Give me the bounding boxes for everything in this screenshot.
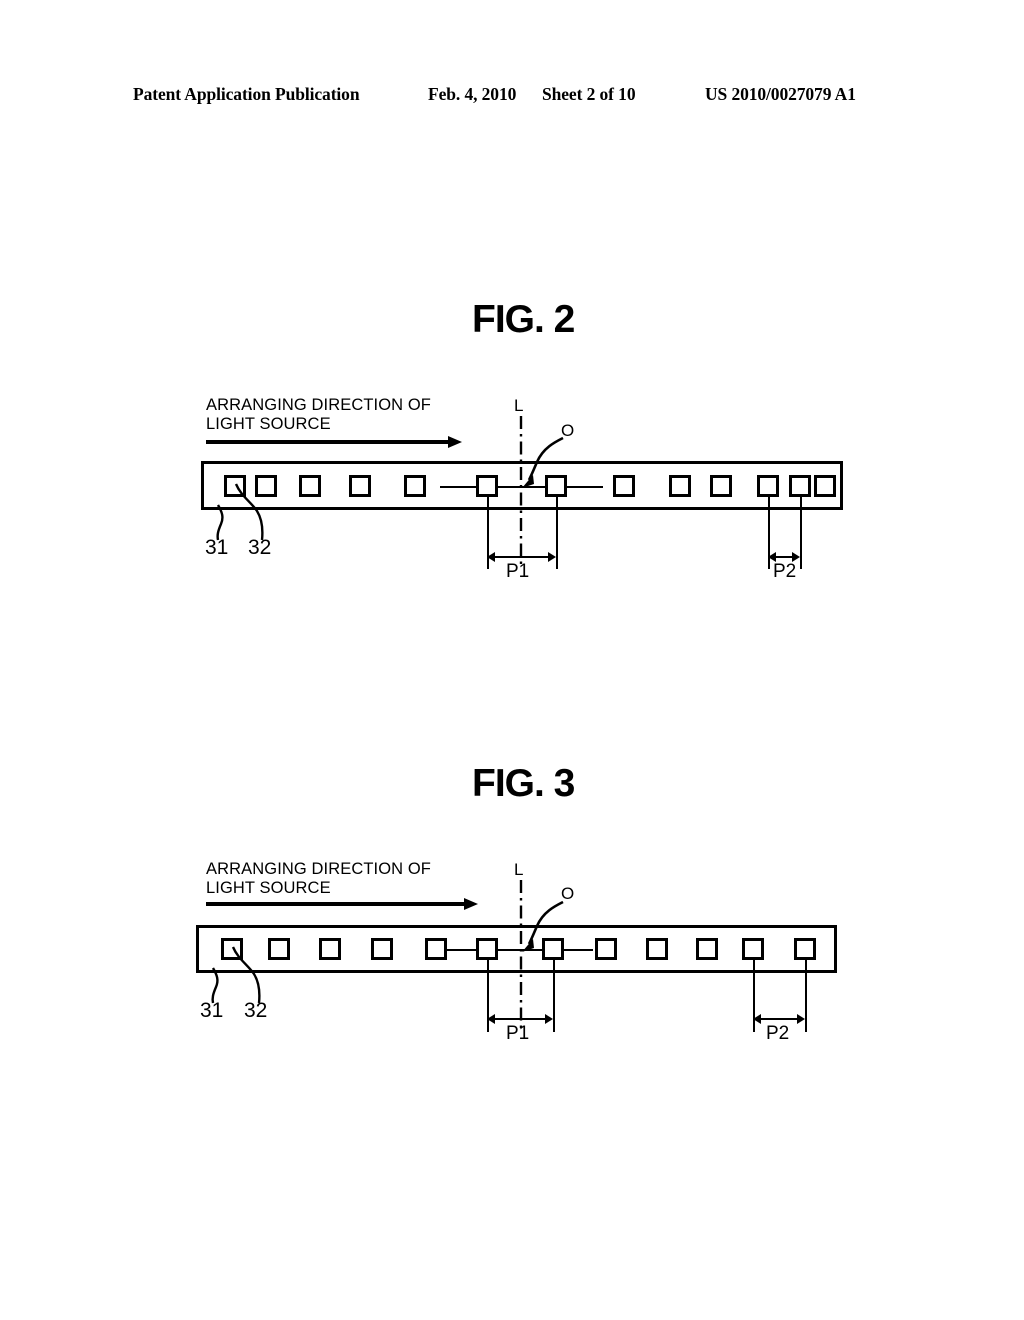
figure-3-direction-arrow: [206, 898, 478, 910]
figure-3-arranging-direction-caption: ARRANGING DIRECTION OF LIGHT SOURCE: [206, 860, 431, 898]
figure-3-ref-32-leader: [226, 946, 272, 1005]
figure-3-dimension-p2-label: P2: [766, 1023, 790, 1044]
dim-shaft: [758, 1018, 800, 1020]
dim-arrow-right: [545, 1014, 553, 1024]
arrow-head: [464, 898, 478, 910]
dim-arrow-right: [797, 1014, 805, 1024]
figure-3-light-source: [319, 938, 341, 960]
dim-shaft: [492, 1018, 548, 1020]
figure-3-light-source: [742, 938, 764, 960]
arrow-shaft: [206, 902, 465, 906]
figure-3-light-source: [696, 938, 718, 960]
caption-line-1: ARRANGING DIRECTION OF: [206, 860, 431, 878]
caption-line-2: LIGHT SOURCE: [206, 879, 331, 897]
figure-3-light-source: [425, 938, 447, 960]
figure-3: FIG. 3 ARRANGING DIRECTION OF LIGHT SOUR…: [0, 0, 1024, 1044]
figure-3-extension-line: [553, 960, 555, 1032]
figure-3-ref-numeral-32: 32: [244, 999, 268, 1022]
figure-3-label-O: O: [561, 884, 575, 903]
patent-drawing-page: Patent Application Publication Feb. 4, 2…: [0, 0, 1024, 1320]
figure-3-ref-numeral-31: 31: [200, 999, 224, 1022]
figure-3-light-source: [371, 938, 393, 960]
figure-3-title: FIG. 3: [472, 762, 575, 805]
figure-3-extension-line: [805, 960, 807, 1032]
figure-3-light-source: [476, 938, 498, 960]
figure-3-light-source: [646, 938, 668, 960]
figure-3-light-source: [595, 938, 617, 960]
figure-3-dimension-p1-label: P1: [506, 1023, 530, 1044]
figure-3-label-L: L: [514, 860, 524, 879]
figure-3-light-source: [794, 938, 816, 960]
